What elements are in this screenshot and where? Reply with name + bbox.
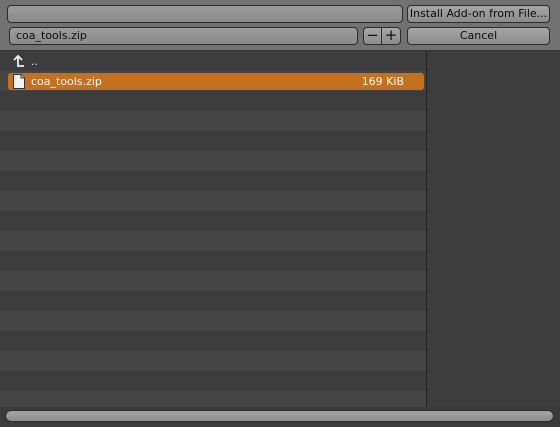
- directory-path-field[interactable]: [7, 5, 403, 23]
- parent-directory-label: ..: [31, 55, 38, 68]
- file-row-selected[interactable]: coa_tools.zip 169 KiB: [8, 73, 424, 90]
- parent-directory-icon: [12, 54, 26, 69]
- increment-filename-button[interactable]: +: [382, 27, 401, 45]
- filename-field[interactable]: coa_tools.zip: [9, 27, 358, 45]
- file-name: coa_tools.zip: [31, 75, 102, 88]
- cancel-button[interactable]: Cancel: [407, 27, 550, 45]
- file-size: 169 KiB: [361, 75, 404, 88]
- file-icon: [12, 74, 26, 89]
- side-panel: [427, 51, 560, 407]
- parent-directory-row[interactable]: ..: [8, 53, 424, 70]
- file-list: [0, 51, 426, 407]
- horizontal-scrollbar[interactable]: [5, 410, 554, 422]
- decrement-filename-button[interactable]: −: [363, 27, 382, 45]
- install-addon-button[interactable]: Install Add-on from File...: [407, 5, 550, 23]
